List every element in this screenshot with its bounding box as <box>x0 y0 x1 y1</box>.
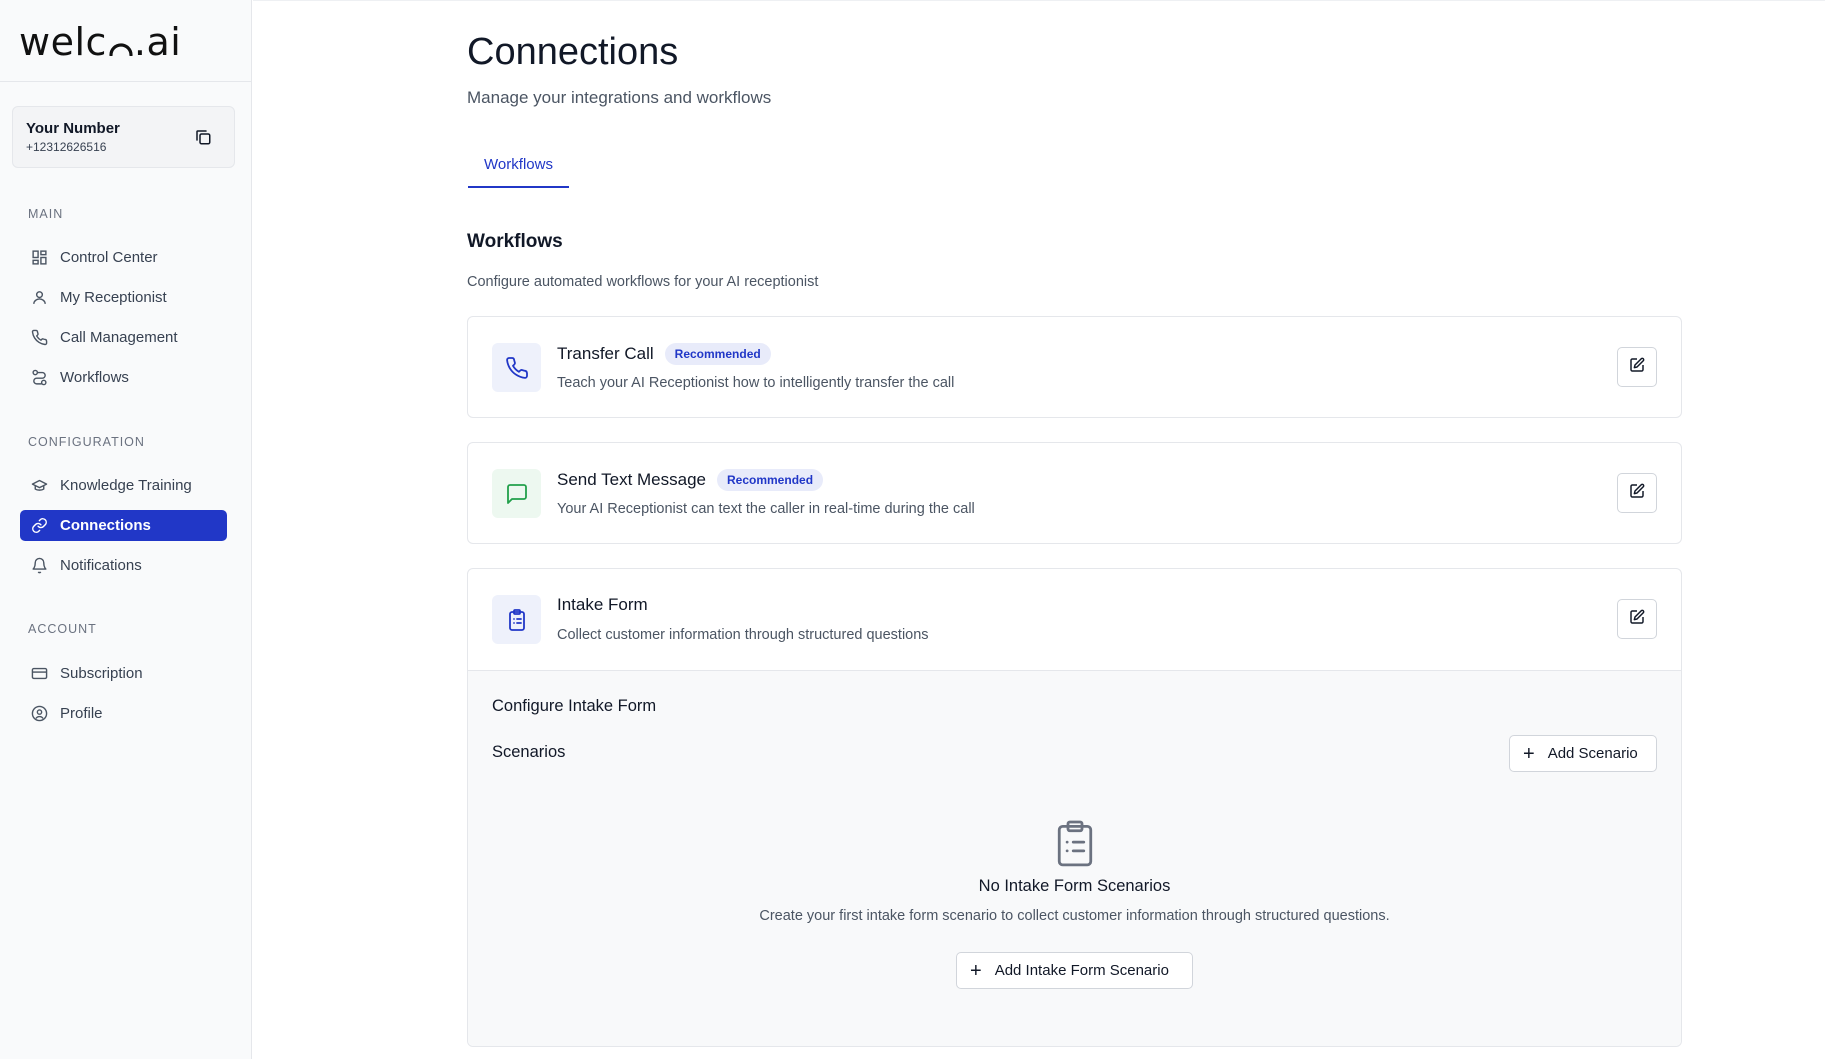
sidebar-item-label: Workflows <box>60 369 129 386</box>
edit-button[interactable] <box>1617 347 1657 387</box>
configure-intake-title: Configure Intake Form <box>492 697 657 715</box>
copy-icon[interactable] <box>194 128 212 146</box>
add-intake-form-scenario-button[interactable]: + Add Intake Form Scenario <box>956 952 1193 989</box>
workflow-title-text: Transfer Call <box>557 344 654 363</box>
sidebar-item-profile[interactable]: Profile <box>20 698 227 729</box>
recommended-badge: Recommended <box>717 469 824 491</box>
empty-state-description: Create your first intake form scenario t… <box>759 908 1390 924</box>
edit-button[interactable] <box>1617 599 1657 639</box>
sidebar-item-workflows[interactable]: Workflows <box>20 362 227 393</box>
page-title: Connections <box>467 31 679 73</box>
user-icon <box>31 289 48 306</box>
sidebar-item-label: My Receptionist <box>60 289 167 306</box>
workflow-title: Intake Form <box>557 595 648 615</box>
workflow-description: Collect customer information through str… <box>557 627 929 643</box>
section-title-configuration: CONFIGURATION <box>28 435 145 449</box>
plus-icon: + <box>1523 742 1535 765</box>
workflow-description: Teach your AI Receptionist how to intell… <box>557 375 955 391</box>
logo-area: welc .ai <box>0 0 251 82</box>
sidebar-item-label: Control Center <box>60 249 158 266</box>
sidebar-item-call-management[interactable]: Call Management <box>20 322 227 353</box>
workflow-card-intake-form: Intake Form Collect customer information… <box>467 568 1682 1047</box>
workflow-title-text: Intake Form <box>557 595 648 614</box>
workflow-title: Send Text Message Recommended <box>557 469 824 491</box>
edit-icon <box>1629 483 1645 504</box>
workflow-title-text: Send Text Message <box>557 470 706 489</box>
link-icon <box>31 517 48 534</box>
workflows-heading: Workflows <box>467 231 563 252</box>
sidebar-item-label: Profile <box>60 705 103 722</box>
sidebar-item-label: Call Management <box>60 329 178 346</box>
sidebar-item-connections[interactable]: Connections <box>20 510 227 541</box>
empty-state-title: No Intake Form Scenarios <box>978 877 1171 895</box>
graduation-cap-icon <box>31 477 48 494</box>
tab-workflows[interactable]: Workflows <box>468 151 569 188</box>
grid-icon <box>31 249 48 266</box>
scenarios-title: Scenarios <box>492 743 566 761</box>
workflow-card-send-text: Send Text Message Recommended Your AI Re… <box>467 442 1682 544</box>
logo-text-left: welc <box>19 20 107 64</box>
intake-config-panel: Configure Intake Form Scenarios + Add Sc… <box>468 670 1681 1046</box>
credit-card-icon <box>31 665 48 682</box>
sidebar-item-knowledge-training[interactable]: Knowledge Training <box>20 470 227 501</box>
bell-icon <box>31 557 48 574</box>
recommended-badge: Recommended <box>664 343 771 365</box>
clipboard-empty-icon <box>1054 819 1096 867</box>
section-title-main: MAIN <box>28 207 64 221</box>
user-circle-icon <box>31 705 48 722</box>
workflow-card-transfer-call: Transfer Call Recommended Teach your AI … <box>467 316 1682 418</box>
sidebar-item-label: Knowledge Training <box>60 477 192 494</box>
phone-number-card: Your Number +12312626516 <box>12 106 235 168</box>
add-scenario-button[interactable]: + Add Scenario <box>1509 735 1657 772</box>
sidebar-item-label: Connections <box>60 517 151 534</box>
workflow-title: Transfer Call Recommended <box>557 343 771 365</box>
route-icon <box>31 369 48 386</box>
sidebar-item-label: Notifications <box>60 557 142 574</box>
clipboard-icon <box>492 595 541 644</box>
sidebar-item-my-receptionist[interactable]: My Receptionist <box>20 282 227 313</box>
sidebar: welc .ai Your Number +12312626516 MAIN C… <box>0 0 252 1059</box>
phone-icon <box>31 329 48 346</box>
edit-icon <box>1629 357 1645 378</box>
sidebar-item-control-center[interactable]: Control Center <box>20 242 227 273</box>
workflows-description: Configure automated workflows for your A… <box>467 274 819 290</box>
edit-button[interactable] <box>1617 473 1657 513</box>
sidebar-item-label: Subscription <box>60 665 143 682</box>
message-icon <box>492 469 541 518</box>
logo-text-right: .ai <box>133 20 182 64</box>
sidebar-item-subscription[interactable]: Subscription <box>20 658 227 689</box>
add-intake-form-scenario-label: Add Intake Form Scenario <box>994 962 1169 979</box>
plus-icon: + <box>970 959 982 982</box>
logo[interactable]: welc .ai <box>19 20 251 64</box>
workflow-description: Your AI Receptionist can text the caller… <box>557 501 975 517</box>
page-subtitle: Manage your integrations and workflows <box>467 88 772 107</box>
section-title-account: ACCOUNT <box>28 622 97 636</box>
add-scenario-label: Add Scenario <box>1547 745 1638 762</box>
logo-arc-icon <box>109 43 133 56</box>
main-content: Connections Manage your integrations and… <box>253 0 1825 1059</box>
edit-icon <box>1629 609 1645 630</box>
sidebar-item-notifications[interactable]: Notifications <box>20 550 227 581</box>
phone-icon <box>492 343 541 392</box>
